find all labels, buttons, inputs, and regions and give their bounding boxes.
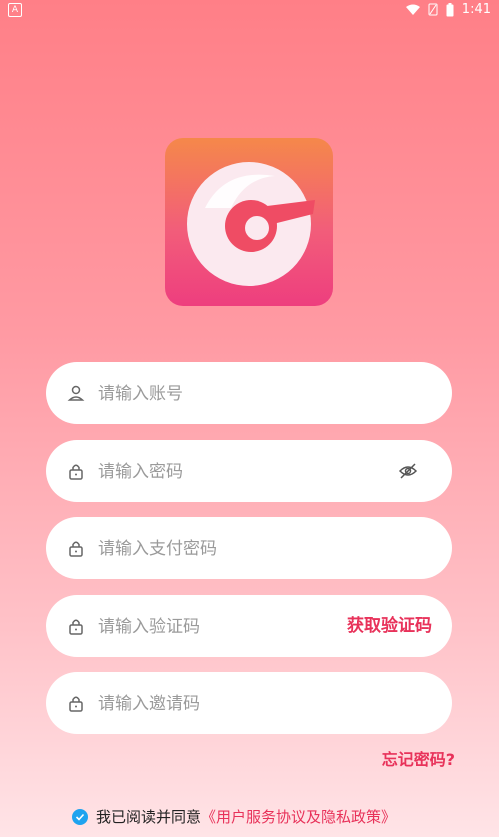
agreement-link[interactable]: 《用户服务协议及隐私政策》 <box>201 806 396 827</box>
invite-code-input[interactable] <box>96 672 380 736</box>
status-app-badge: A <box>8 3 22 17</box>
lock-icon <box>66 616 86 636</box>
lock-icon <box>66 461 86 481</box>
get-code-button[interactable]: 获取验证码 <box>347 595 432 657</box>
verification-code-field[interactable]: 获取验证码 <box>46 595 452 659</box>
check-icon <box>75 813 85 821</box>
lock-icon <box>66 538 86 558</box>
user-icon <box>66 383 86 403</box>
password-input[interactable] <box>96 440 380 504</box>
account-field[interactable] <box>46 362 452 426</box>
password-field[interactable] <box>46 440 452 504</box>
invite-code-field[interactable] <box>46 672 452 736</box>
eye-off-icon[interactable] <box>398 461 418 481</box>
status-time: 1:41 <box>461 2 491 17</box>
wifi-icon <box>405 4 420 16</box>
agreement-row: 我已阅读并同意 《用户服务协议及隐私政策》 <box>72 806 396 827</box>
logo-g-icon <box>187 162 315 286</box>
agree-checkbox[interactable] <box>72 808 88 825</box>
battery-icon <box>446 2 454 17</box>
lock-icon <box>66 693 86 713</box>
status-bar: A 1:41 <box>0 0 499 22</box>
pay-password-input[interactable] <box>96 517 380 581</box>
app-logo <box>165 138 333 306</box>
verification-code-input[interactable] <box>96 595 300 659</box>
account-input[interactable] <box>96 362 380 426</box>
pay-password-field[interactable] <box>46 517 452 581</box>
forgot-password-link[interactable]: 忘记密码? <box>382 746 455 770</box>
no-sim-icon <box>428 3 438 16</box>
agreement-prefix: 我已阅读并同意 <box>96 808 202 826</box>
